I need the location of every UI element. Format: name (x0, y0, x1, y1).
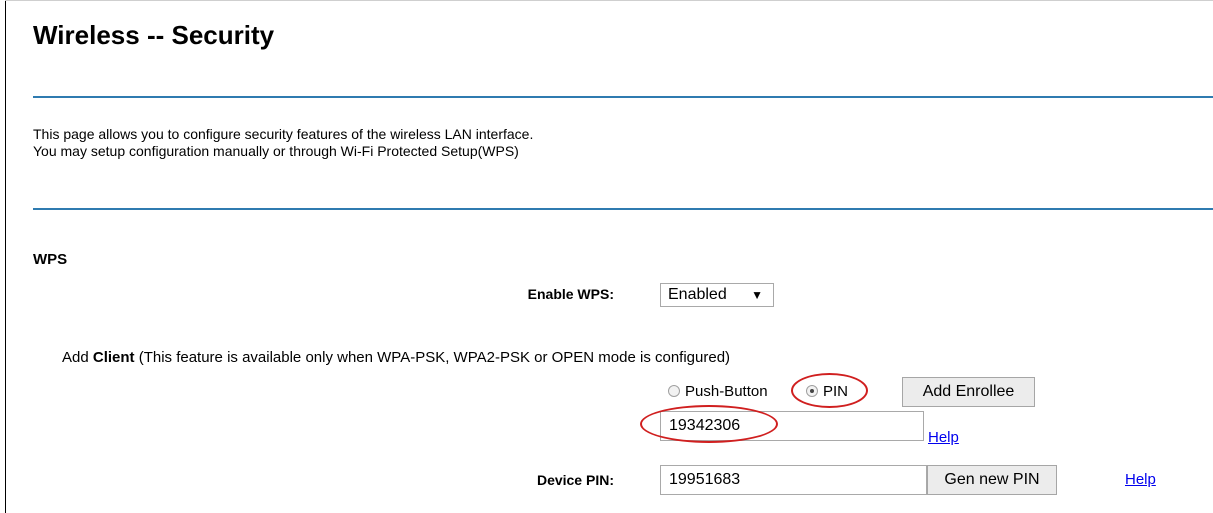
divider-middle (33, 208, 1213, 210)
enable-wps-value: Enabled (668, 286, 727, 303)
add-enrollee-button[interactable]: Add Enrollee (902, 377, 1035, 407)
window-frame-left (5, 0, 6, 513)
divider-top (33, 96, 1213, 98)
page-description-line1: This page allows you to configure securi… (33, 126, 534, 142)
pin-highlight-ellipse (791, 373, 868, 408)
page-description-line2: You may setup configuration manually or … (33, 143, 519, 159)
client-pin-help-link[interactable]: Help (928, 429, 959, 446)
push-button-radio[interactable] (668, 385, 680, 397)
add-client-bold: Client (92, 349, 135, 366)
device-pin-input[interactable] (660, 465, 927, 495)
client-pin-highlight-ellipse (640, 405, 778, 443)
device-pin-label: Device PIN: (536, 472, 614, 488)
gen-new-pin-button[interactable]: Gen new PIN (927, 465, 1057, 495)
add-client-description: Add Client (This feature is available on… (62, 349, 730, 366)
push-button-label: Push-Button (685, 382, 768, 400)
page-title: Wireless -- Security (33, 20, 275, 50)
enable-wps-select[interactable]: Enabled ▼ (660, 283, 774, 307)
device-pin-help-link[interactable]: Help (1125, 471, 1156, 488)
enable-wps-label: Enable WPS: (527, 286, 614, 302)
dropdown-arrow-icon: ▼ (751, 288, 763, 302)
push-button-option[interactable]: Push-Button (668, 381, 768, 401)
add-client-prefix: Add (62, 349, 93, 366)
wps-section-title: WPS (33, 251, 68, 268)
add-client-note: (This feature is available only when WPA… (134, 349, 731, 366)
window-frame-top (5, 0, 1213, 1)
